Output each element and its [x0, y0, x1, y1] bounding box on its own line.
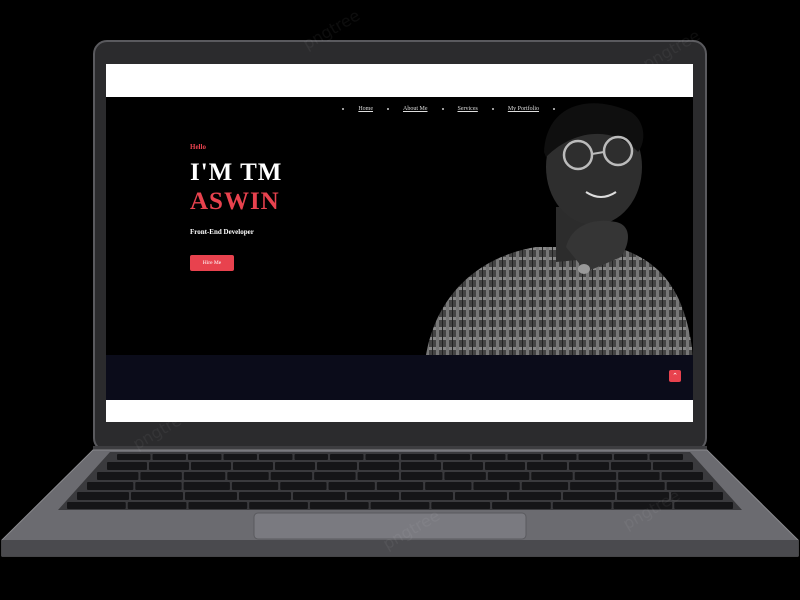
- keyboard-key: [270, 472, 313, 480]
- keyboard-key: [191, 462, 231, 470]
- keyboard-key: [485, 462, 525, 470]
- keyboard-key: [425, 482, 472, 490]
- keyboard-key: [365, 454, 399, 460]
- keyboard-key: [570, 482, 617, 490]
- keyboard-key: [280, 482, 327, 490]
- keyboard-key: [330, 454, 364, 460]
- keyboard-key: [127, 502, 187, 509]
- keyboard-key: [227, 472, 269, 480]
- keyboard-key: [521, 482, 569, 490]
- keyboard-key: [135, 482, 182, 490]
- keyboard-key: [87, 482, 134, 490]
- keyboard-key: [347, 492, 399, 500]
- keyboard-key: [492, 502, 551, 509]
- keyboard-key: [376, 482, 424, 490]
- keyboard-key: [152, 454, 186, 460]
- keyboard-key: [401, 462, 441, 470]
- keyboard-key: [443, 462, 483, 470]
- keyboard-key: [444, 472, 486, 480]
- keyboard-key: [183, 482, 230, 490]
- keyboard-key: [328, 482, 375, 490]
- keyboard-key: [140, 472, 182, 480]
- keyboard-key: [67, 502, 126, 509]
- keyboard-key: [239, 492, 291, 500]
- keyboard-key: [614, 454, 648, 460]
- keyboard-key: [259, 454, 293, 460]
- keyboard-key: [569, 462, 609, 470]
- keyboard-key: [618, 472, 660, 480]
- keyboard-key: [117, 454, 151, 460]
- keyboard-key: [509, 492, 561, 500]
- keyboard-key: [97, 472, 139, 480]
- keyboard-key: [233, 462, 273, 470]
- keyboard-key: [531, 472, 573, 480]
- keyboard-key: [661, 472, 703, 480]
- keyboard-key: [314, 472, 356, 480]
- keyboard-key: [578, 454, 612, 460]
- keyboard-key: [183, 472, 226, 480]
- keyboard-key: [317, 462, 357, 470]
- keyboard-key: [131, 492, 183, 500]
- keyboard-key: [552, 502, 612, 509]
- keyboard-key: [149, 462, 189, 470]
- keyboard-key: [401, 454, 435, 460]
- keyboard-key: [611, 462, 651, 470]
- keyboard-key: [455, 492, 507, 500]
- keyboard-key: [293, 492, 345, 500]
- keyboard-key: [188, 454, 222, 460]
- keyboard-key: [649, 454, 683, 460]
- keyboard-key: [223, 454, 257, 460]
- keyboard-key: [674, 502, 733, 509]
- keyboard-key: [431, 502, 491, 509]
- keyboard-key: [473, 482, 520, 490]
- keyboard-key: [563, 492, 615, 500]
- keyboard-key: [77, 492, 129, 500]
- keyboard-key: [370, 502, 430, 509]
- keyboard-key: [357, 472, 399, 480]
- keyboard-key: [543, 454, 577, 460]
- keyboard-key: [188, 502, 248, 509]
- keyboard-key: [653, 462, 693, 470]
- keyboard-key: [472, 454, 506, 460]
- keyboard-key: [401, 492, 453, 500]
- keyboard-key: [107, 462, 147, 470]
- keyboard-key: [185, 492, 237, 500]
- keyboard-key: [249, 502, 308, 509]
- keyboard-key: [359, 462, 399, 470]
- keyboard-key: [436, 454, 470, 460]
- keyboard-key: [231, 482, 279, 490]
- keyboard-key: [487, 472, 530, 480]
- keyboard-key: [294, 454, 328, 460]
- keyboard-key: [401, 472, 443, 480]
- keyboard-key: [527, 462, 567, 470]
- keyboard-key: [275, 462, 315, 470]
- keyboard-key: [618, 482, 665, 490]
- keyboard-key: [309, 502, 369, 509]
- laptop-keyboard-deck: [1, 449, 799, 557]
- keyboard-key: [574, 472, 617, 480]
- keyboard-key: [507, 454, 541, 460]
